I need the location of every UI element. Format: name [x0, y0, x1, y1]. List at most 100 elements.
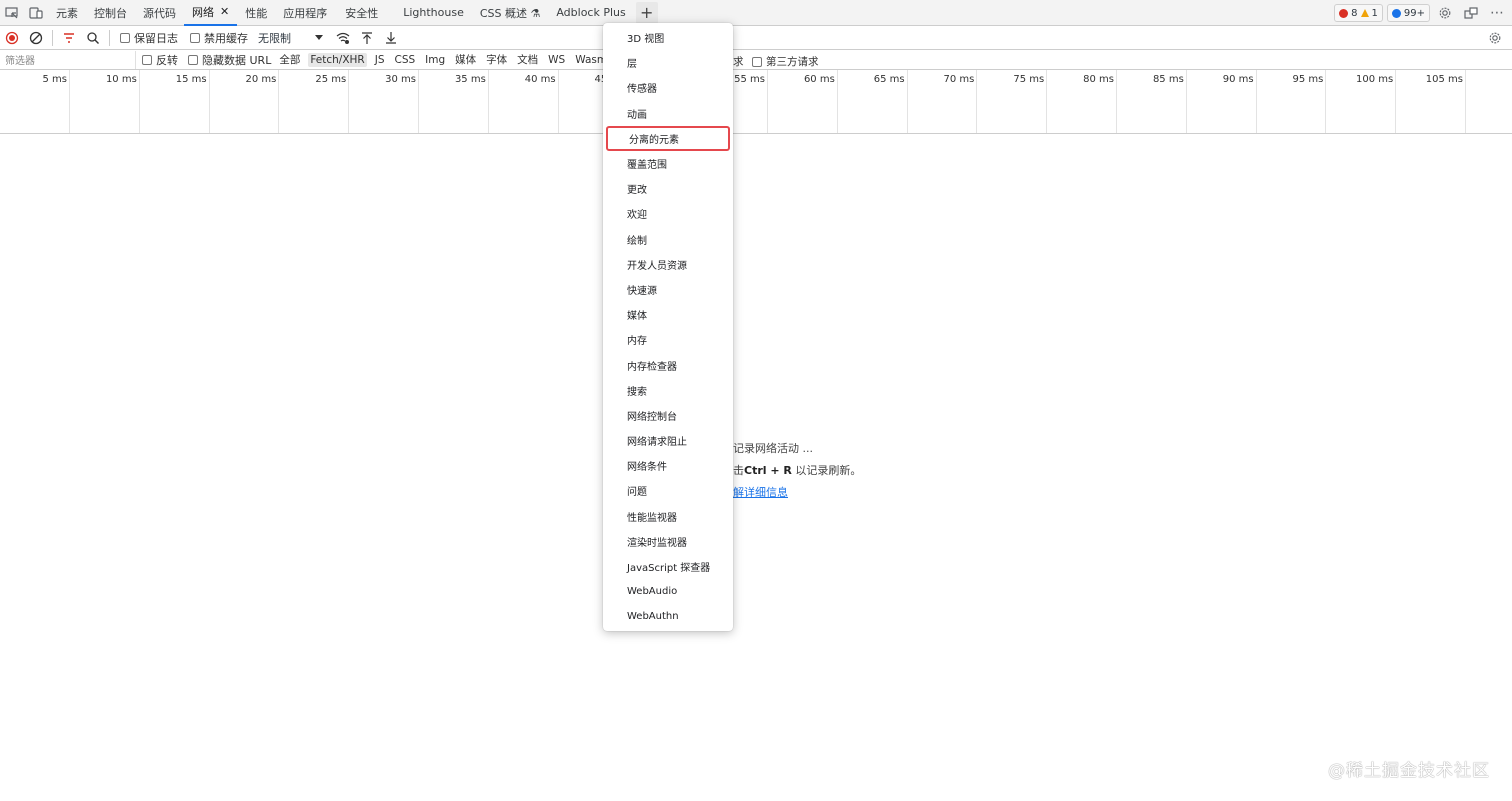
timeline-tick: 25 ms — [279, 70, 350, 133]
tab-3[interactable]: 网络 ✕ — [184, 0, 238, 26]
menu-item-16[interactable]: 网络请求阻止 — [603, 428, 733, 453]
tab-1[interactable]: 控制台 — [86, 0, 135, 26]
tab-5[interactable]: 应用程序 — [275, 0, 337, 26]
timeline-tick-label: 75 ms — [1013, 74, 1045, 85]
menu-item-14[interactable]: 搜索 — [603, 378, 733, 403]
filter-type-4[interactable]: Img — [423, 53, 447, 67]
error-count: 8 — [1351, 7, 1358, 19]
record-button[interactable] — [0, 27, 24, 49]
filter-type-0[interactable]: 全部 — [277, 51, 302, 68]
checkbox-box[interactable] — [752, 56, 762, 67]
menu-item-0[interactable]: 3D 视图 — [603, 25, 733, 50]
checkbox-box[interactable] — [190, 32, 200, 43]
upload-icon — [362, 31, 372, 44]
menu-item-20[interactable]: 渲染时监视器 — [603, 529, 733, 554]
learn-more-link[interactable]: 解详细信息 — [733, 484, 788, 500]
filter-type-2[interactable]: JS — [373, 53, 387, 67]
menu-item-11[interactable]: 媒体 — [603, 302, 733, 327]
tab-label: Lighthouse — [403, 6, 464, 19]
refresh-shortcut: Ctrl + R — [744, 464, 792, 477]
console-counts-badge[interactable]: 8 1 — [1334, 4, 1383, 22]
filter-type-7[interactable]: 文档 — [515, 51, 540, 68]
recording-message: 记录网络活动 ... — [733, 442, 813, 455]
menu-item-3[interactable]: 动画 — [603, 101, 733, 126]
more-options-icon[interactable]: ⋯ — [1486, 2, 1508, 24]
menu-item-2[interactable]: 传感器 — [603, 75, 733, 100]
inspect-element-icon[interactable] — [0, 2, 24, 24]
timeline-tick-label: 15 ms — [175, 74, 207, 85]
tab-0[interactable]: 元素 — [48, 0, 86, 26]
timeline-tick: 11 — [1466, 70, 1512, 133]
menu-item-18[interactable]: 问题 — [603, 478, 733, 503]
timeline-tick: 30 ms — [349, 70, 419, 133]
network-settings-gear-icon[interactable] — [1484, 27, 1506, 49]
network-conditions-button[interactable] — [331, 27, 355, 49]
menu-item-5[interactable]: 覆盖范围 — [603, 151, 733, 176]
invert-label: 反转 — [156, 53, 178, 67]
invert-checkbox[interactable]: 反转 — [142, 52, 178, 68]
add-tab-button[interactable]: + — [635, 1, 658, 24]
tab-9[interactable]: Adblock Plus — [548, 0, 633, 26]
settings-gear-icon[interactable] — [1434, 2, 1456, 24]
throttle-select[interactable]: 无限制 — [258, 30, 323, 46]
checkbox-box[interactable] — [120, 32, 130, 43]
filter-type-1[interactable]: Fetch/XHR — [308, 52, 367, 67]
close-icon[interactable]: ✕ — [220, 5, 229, 18]
tab-4[interactable]: 性能 — [237, 0, 275, 26]
menu-item-19[interactable]: 性能监视器 — [603, 504, 733, 529]
tab-7[interactable]: Lighthouse — [395, 0, 472, 26]
timeline-tick-label: 105 ms — [1425, 74, 1463, 85]
timeline-tick-label: 60 ms — [803, 74, 835, 85]
third-party-checkbox[interactable]: 第三方请求 — [752, 54, 819, 69]
timeline-tick-label: 35 ms — [454, 74, 486, 85]
disable-cache-checkbox[interactable]: 禁用缓存 — [190, 30, 248, 46]
toolbar-divider — [52, 29, 53, 46]
filter-input[interactable]: 筛选器 — [0, 50, 136, 69]
menu-item-8[interactable]: 绘制 — [603, 227, 733, 252]
menu-item-12[interactable]: 内存 — [603, 327, 733, 352]
import-har-button[interactable] — [355, 27, 379, 49]
clear-button[interactable] — [24, 27, 48, 49]
menu-item-7[interactable]: 欢迎 — [603, 201, 733, 226]
filter-toggle-button[interactable] — [57, 27, 81, 49]
menu-item-6[interactable]: 更改 — [603, 176, 733, 201]
export-har-button[interactable] — [379, 27, 403, 49]
dock-side-icon[interactable] — [1460, 2, 1482, 24]
filter-placeholder: 筛选器 — [5, 56, 35, 67]
menu-item-1[interactable]: 层 — [603, 50, 733, 75]
menu-item-23[interactable]: WebAuthn — [603, 604, 733, 629]
hide-data-urls-checkbox[interactable]: 隐藏数据 URL — [188, 52, 271, 68]
network-overview-timeline[interactable]: 5 ms 10 ms 15 ms 20 ms 25 ms 30 ms 35 ms 40 ms 4… — [0, 70, 1512, 134]
menu-item-10[interactable]: 快速源 — [603, 277, 733, 302]
menu-item-21[interactable]: JavaScript 探查器 — [603, 554, 733, 579]
preserve-log-checkbox[interactable]: 保留日志 — [120, 30, 178, 46]
menu-item-22[interactable]: WebAudio — [603, 579, 733, 604]
tab-6[interactable]: 安全性 — [337, 0, 395, 26]
menu-item-9[interactable]: 开发人员资源 — [603, 252, 733, 277]
tab-8[interactable]: CSS 概述 ⚗ — [472, 0, 549, 26]
watermark: @稀土掘金技术社区 — [1328, 761, 1490, 781]
menu-item-15[interactable]: 网络控制台 — [603, 403, 733, 428]
error-icon — [1339, 8, 1349, 18]
menu-item-13[interactable]: 内存检查器 — [603, 352, 733, 377]
timeline-tick: 10 ms — [70, 70, 140, 133]
device-toolbar-icon[interactable] — [24, 2, 48, 24]
filter-type-8[interactable]: WS — [546, 53, 567, 67]
menu-item-17[interactable]: 网络条件 — [603, 453, 733, 478]
tab-list: 元素 控制台 源代码 网络 ✕ 性能 应用程序 安全性 Lighthouse CSS 概述 ⚗ Ad… — [48, 0, 634, 26]
checkbox-box[interactable] — [142, 54, 152, 65]
tab-label: CSS 概述 ⚗ — [479, 6, 541, 20]
filter-type-3[interactable]: CSS — [393, 53, 418, 67]
issues-badge[interactable]: 99+ — [1386, 4, 1430, 22]
checkbox-box[interactable] — [188, 54, 198, 65]
more-tools-menu: 3D 视图层传感器 动画 分离的元素 覆盖范围 更改 欢迎 绘制 开发人员资源 快速源 媒体 内存内… — [603, 23, 733, 631]
search-icon — [87, 31, 99, 44]
clear-icon — [29, 31, 43, 44]
menu-item-4[interactable]: 分离的元素 — [606, 125, 730, 151]
filter-type-6[interactable]: 字体 — [484, 51, 509, 68]
timeline-tick-label: 40 ms — [524, 74, 556, 85]
filter-type-5[interactable]: 媒体 — [453, 51, 478, 68]
search-button[interactable] — [81, 27, 105, 49]
timeline-tick-label: 65 ms — [873, 74, 905, 85]
tab-2[interactable]: 源代码 — [135, 0, 184, 26]
